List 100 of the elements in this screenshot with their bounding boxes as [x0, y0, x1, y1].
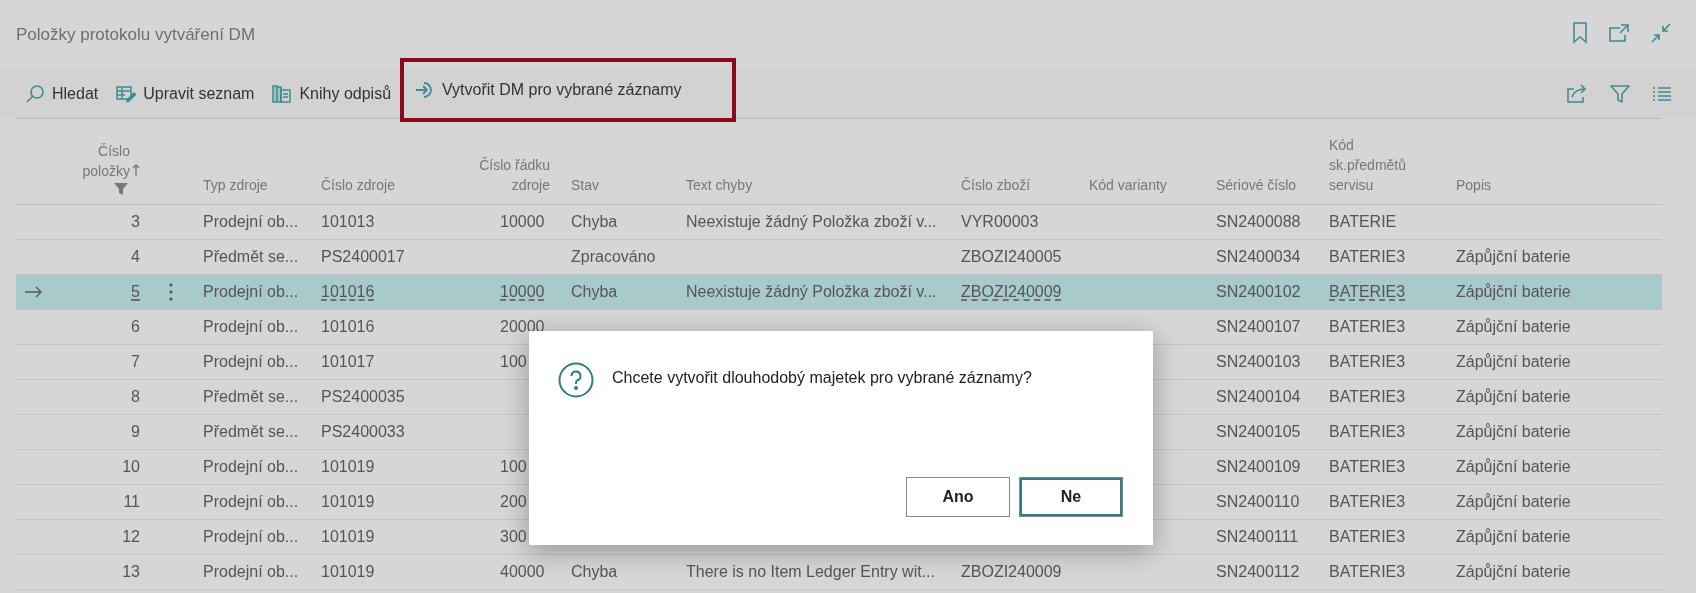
table-cell: VYR00003 — [961, 213, 1039, 230]
table-cell: 101017 — [321, 353, 375, 370]
table-cell[interactable]: ZBOZI240009 — [961, 283, 1062, 300]
filter-icon[interactable] — [1610, 84, 1630, 104]
table-cell: Zápůjční baterie — [1456, 318, 1571, 335]
share-icon[interactable] — [1566, 84, 1588, 104]
table-cell: Zápůjční baterie — [1456, 388, 1571, 405]
table-cell: PS2400033 — [321, 423, 405, 440]
table-cell: 101019 — [321, 528, 375, 545]
toolbar-button[interactable]: Knihy odpisů — [263, 76, 401, 112]
collapse-icon[interactable] — [1650, 22, 1672, 44]
column-header[interactable]: Kód varianty — [1089, 175, 1205, 195]
table-cell: There is no Item Ledger Entry wit... — [686, 563, 935, 580]
table-cell: 10 — [122, 458, 140, 475]
table-cell: Předmět se... — [203, 423, 299, 440]
column-header[interactable]: Popis — [1456, 175, 1662, 195]
more-options-icon[interactable] — [169, 283, 173, 301]
table-cell: 100 — [500, 458, 527, 475]
column-header[interactable]: Text chyby — [686, 175, 950, 195]
table-cell: Prodejní ob... — [203, 528, 299, 545]
table-cell: 3 — [131, 213, 140, 230]
toolbar-button[interactable]: Vytvořit DM pro vybrané záznamy — [406, 72, 691, 108]
table-cell: 101016 — [321, 318, 375, 335]
table-cell: Prodejní ob... — [203, 353, 299, 370]
table-cell: SN2400109 — [1216, 458, 1301, 475]
table-cell: 10000 — [500, 213, 545, 230]
table-cell: Prodejní ob... — [203, 563, 299, 580]
table-cell: 6 — [131, 318, 140, 335]
table-cell: BATERIE3 — [1329, 388, 1406, 405]
table-cell: 101019 — [321, 563, 375, 580]
table-cell[interactable]: 10000 — [500, 283, 545, 300]
open-in-new-window-icon[interactable] — [1608, 23, 1630, 43]
table-cell: Zápůjční baterie — [1456, 458, 1571, 475]
table-cell: SN2400104 — [1216, 388, 1301, 405]
table-cell[interactable]: BATERIE3 — [1329, 283, 1406, 300]
table-cell: Zápůjční baterie — [1456, 528, 1571, 545]
table-cell: SN2400110 — [1216, 493, 1300, 510]
list-view-icon[interactable] — [1652, 86, 1672, 102]
table-cell: BATERIE3 — [1329, 423, 1406, 440]
table-cell: 7 — [131, 353, 140, 370]
table-cell: PS2400035 — [321, 388, 405, 405]
table-cell: Zápůjční baterie — [1456, 353, 1571, 370]
dialog-button[interactable]: Ano — [906, 477, 1010, 517]
table-cell: ZBOZI240005 — [961, 248, 1062, 265]
table-cell: Prodejní ob... — [203, 493, 299, 510]
table-cell: SN2400105 — [1216, 423, 1301, 440]
table-cell: Chyba — [571, 563, 618, 580]
table-cell: Zpracováno — [571, 248, 656, 265]
table-cell: BATERIE3 — [1329, 248, 1406, 265]
table-cell: Neexistuje žádný Položka zboží v... — [686, 283, 937, 300]
column-header[interactable]: Číslo zboží — [961, 175, 1078, 195]
table-cell: Zápůjční baterie — [1456, 283, 1571, 300]
table-cell: Zápůjční baterie — [1456, 563, 1571, 580]
dialog-button[interactable]: Ne — [1019, 477, 1123, 517]
column-header[interactable]: Kód sk.předmětů servisu — [1329, 135, 1445, 195]
table-cell: 12 — [122, 528, 140, 545]
table-cell: 101019 — [321, 458, 375, 475]
table-cell: BATERIE — [1329, 213, 1397, 230]
table-cell: Zápůjční baterie — [1456, 423, 1571, 440]
column-header[interactable]: Stav — [571, 175, 675, 195]
table-cell: Prodejní ob... — [203, 283, 299, 300]
table-cell: 101013 — [321, 213, 375, 230]
table-cell[interactable]: 101016 — [321, 283, 375, 300]
table-cell: 4 — [131, 248, 140, 265]
table-cell: Zápůjční baterie — [1456, 248, 1571, 265]
table-cell: BATERIE3 — [1329, 458, 1406, 475]
table-cell: SN2400102 — [1216, 283, 1301, 300]
window-title: Položky protokolu vytváření DM — [16, 24, 256, 46]
table-cell: 101019 — [321, 493, 375, 510]
table-cell: Chyba — [571, 213, 618, 230]
table-cell: Zápůjční baterie — [1456, 493, 1571, 510]
table-row[interactable]: 13 Prodejní ob... 101019 40000 Chyba There is no Item Ledger Entry wit... ZBOZI240009 SN2400112 BATERIE3 Zápůjční baterie — [16, 555, 1662, 590]
column-header[interactable]: Typ zdroje — [203, 175, 310, 195]
table-cell: BATERIE3 — [1329, 563, 1406, 580]
table-edit-icon — [116, 85, 137, 103]
table-cell: 8 — [131, 388, 140, 405]
column-header[interactable]: Sériové číslo — [1216, 175, 1318, 195]
table-cell: BATERIE3 — [1329, 353, 1406, 370]
table-cell: Předmět se... — [203, 248, 299, 265]
toolbar-button[interactable]: Hledat — [16, 76, 108, 112]
search-icon — [25, 84, 45, 104]
bookmark-icon[interactable] — [1572, 22, 1588, 44]
table-cell: 200 — [500, 493, 527, 510]
table-cell: SN2400111 — [1216, 528, 1299, 545]
table-cell: BATERIE3 — [1329, 318, 1406, 335]
table-cell: 100 — [500, 353, 527, 370]
table-cell: 300 — [500, 528, 527, 545]
table-cell: 13 — [122, 563, 140, 580]
table-row[interactable]: 5 Prodejní ob... 101016 10000 Chyba Neexistuje žádný Položka zboží v... ZBOZI240009 SN2400102 BATERIE3 Zápůjční baterie — [16, 275, 1662, 310]
toolbar-button[interactable]: Upravit seznam — [107, 76, 264, 112]
table-cell: SN2400034 — [1216, 248, 1301, 265]
table-cell: Předmět se... — [203, 388, 299, 405]
table-cell: SN2400112 — [1216, 563, 1300, 580]
column-header[interactable]: Číslo zdroje — [321, 175, 430, 195]
table-row[interactable]: 3 Prodejní ob... 101013 10000 Chyba Neexistuje žádný Položka zboží v... VYR00003 SN2400088 BATERIE — [16, 205, 1662, 240]
column-header[interactable]: Číslo položky — [82, 141, 130, 181]
table-cell[interactable]: 5 — [131, 283, 140, 300]
table-cell: BATERIE3 — [1329, 528, 1406, 545]
column-header[interactable]: Číslo řádku zdroje — [479, 155, 550, 195]
table-cell: 9 — [131, 423, 140, 440]
